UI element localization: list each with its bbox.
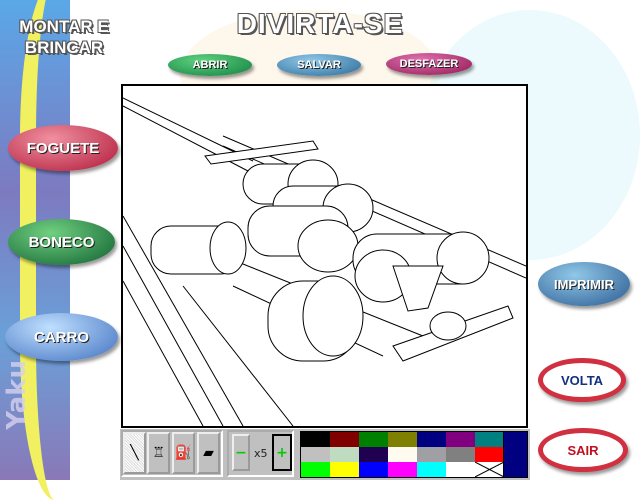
decrease-size-button[interactable]: − [232,434,250,471]
color-swatch[interactable] [359,432,388,447]
color-swatch[interactable] [330,432,359,447]
color-swatch[interactable] [417,462,446,477]
undo-button[interactable]: DESFAZER [386,53,472,75]
print-button[interactable]: IMPRIMIR [538,262,630,306]
app-title: MONTAR E BRINCAR [19,17,109,57]
pencil-icon[interactable]: ╲ [123,432,146,474]
color-swatch[interactable] [474,461,505,478]
save-button[interactable]: SALVAR [277,54,361,76]
eraser-icon[interactable]: ▰ [197,432,220,474]
color-swatch[interactable] [330,462,359,477]
increase-size-button[interactable]: + [272,434,292,471]
back-button[interactable]: VOLTA [538,358,626,402]
doll-button[interactable]: BONECO [8,219,115,265]
color-swatch[interactable] [388,432,417,447]
color-swatch[interactable] [388,447,417,462]
exit-button[interactable]: SAIR [538,428,628,472]
spray-icon[interactable]: ♖ [147,432,170,474]
color-palette [300,431,505,478]
color-swatch[interactable] [301,462,330,477]
drawing-canvas[interactable] [121,84,528,428]
page-title: DIVIRTA-SE [236,8,404,39]
color-swatch[interactable] [301,432,330,447]
color-swatch[interactable] [446,462,475,477]
color-swatch[interactable] [475,447,504,462]
color-swatch[interactable] [417,432,446,447]
color-swatch[interactable] [301,447,330,462]
color-swatch[interactable] [359,462,388,477]
current-color [503,431,528,478]
color-swatch[interactable] [359,447,388,462]
car-button[interactable]: CARRO [5,313,118,361]
brush-size-label: x5 [254,447,268,460]
color-swatch[interactable] [475,432,504,447]
color-swatch[interactable] [446,432,475,447]
toolbar: ╲ ♖ ⛽ ▰ − x5 + [120,428,530,480]
color-swatch[interactable] [417,447,446,462]
open-button[interactable]: ABRIR [168,54,252,76]
color-swatch[interactable] [330,447,359,462]
paint-bucket-icon[interactable]: ⛽ [172,432,195,474]
color-swatch[interactable] [388,462,417,477]
watermark: Yaku [2,360,32,430]
car-drawing [122,97,527,427]
color-swatch[interactable] [446,447,475,462]
rocket-button[interactable]: FOGUETE [8,125,118,171]
